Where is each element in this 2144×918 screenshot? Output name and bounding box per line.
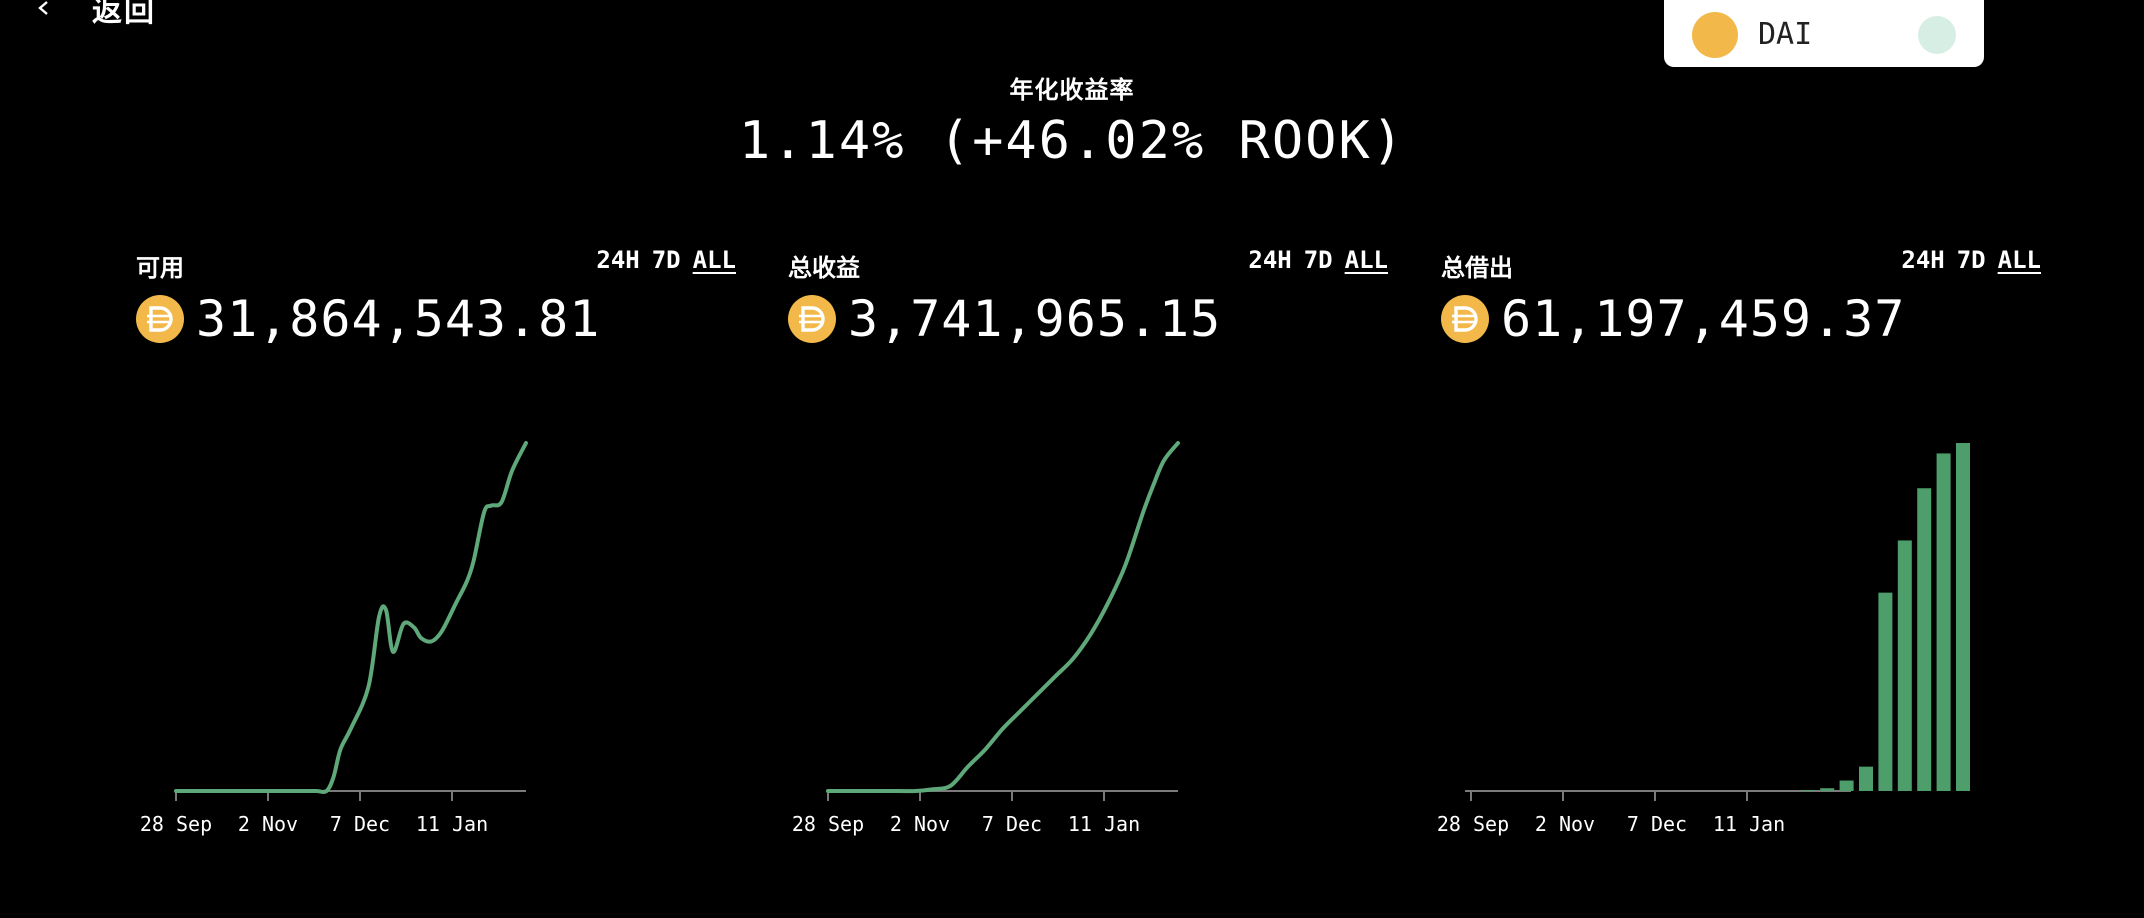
panel-title: 总收益	[788, 254, 860, 282]
x-tick-label: 7 Dec	[982, 812, 1042, 836]
range-tab-24h[interactable]: 24H	[1248, 246, 1291, 274]
value-row: 61,197,459.37	[1441, 290, 2041, 348]
earnings-line-chart: 28 Sep 2 Nov 7 Dec 11 Jan	[792, 441, 1180, 836]
panel-total-earnings: 总收益 24H 7D ALL 3,741,965.15 28 Sep 2 Nov 7…	[788, 240, 1388, 860]
available-line-chart: 28 Sep 2 Nov 7 Dec 11 Jan	[140, 441, 528, 836]
range-tab-24h[interactable]: 24H	[596, 246, 639, 274]
x-tick-label: 7 Dec	[1627, 812, 1687, 836]
borrowed-bar-chart: 28 Sep 2 Nov 7 Dec 11 Jan	[1437, 443, 1970, 836]
apy-section: 年化收益率 1.14% (+46.02% ROOK)	[0, 70, 2144, 171]
range-tab-all[interactable]: ALL	[693, 246, 736, 274]
x-tick-label: 28 Sep	[792, 812, 864, 836]
bar	[1800, 789, 1815, 791]
page: 返回 DAI 年化收益率 1.14% (+46.02% ROOK) 可用 24H…	[0, 0, 2144, 918]
panel-header: 总收益 24H 7D ALL	[788, 240, 1388, 282]
panel-title: 可用	[136, 254, 184, 282]
range-tab-all[interactable]: ALL	[1345, 246, 1388, 274]
back-nav[interactable]: 返回	[36, 0, 156, 40]
range-tabs: 24H 7D ALL	[596, 246, 736, 274]
token-selector-label: DAI	[1758, 17, 1813, 52]
dai-coin-icon	[1441, 295, 1489, 343]
chevron-down-icon	[1918, 15, 1956, 54]
panel-title: 总借出	[1441, 254, 1513, 282]
range-tabs: 24H 7D ALL	[1248, 246, 1388, 274]
back-label: 返回	[92, 0, 156, 29]
dai-coin-icon	[788, 295, 836, 343]
token-selector[interactable]: DAI	[1664, 0, 1984, 67]
series-line	[174, 441, 528, 795]
x-tick-label: 11 Jan	[1713, 812, 1785, 836]
x-tick-label: 2 Nov	[890, 812, 950, 836]
bar	[1839, 780, 1854, 791]
panel-available: 可用 24H 7D ALL 31,864,543.81 28 Sep 2 Nov 7…	[136, 240, 736, 860]
apy-label: 年化收益率	[1009, 76, 1135, 104]
x-tick-label: 2 Nov	[1535, 812, 1595, 836]
x-tick-label: 11 Jan	[416, 812, 488, 836]
bar	[1936, 453, 1951, 791]
bar	[1878, 592, 1893, 791]
panel-value: 61,197,459.37	[1501, 290, 1906, 348]
dai-coin-icon	[136, 295, 184, 343]
x-tick-label: 7 Dec	[330, 812, 390, 836]
panel-value: 3,741,965.15	[848, 290, 1222, 348]
series-line	[826, 441, 1180, 794]
panel-value: 31,864,543.81	[196, 290, 601, 348]
value-row: 3,741,965.15	[788, 290, 1388, 348]
range-tabs: 24H 7D ALL	[1901, 246, 2041, 274]
bar	[1859, 766, 1873, 791]
apy-value: 1.14% (+46.02% ROOK)	[738, 111, 1406, 171]
x-tick-label: 28 Sep	[1437, 812, 1509, 836]
value-row: 31,864,543.81	[136, 290, 736, 348]
panel-total-borrowed: 总借出 24H 7D ALL 61,197,459.37 28 Sep 2 Nov…	[1437, 240, 2041, 860]
x-tick-label: 2 Nov	[238, 812, 298, 836]
bar	[1820, 788, 1835, 791]
bar	[1917, 488, 1932, 791]
back-arrow-icon	[38, 1, 48, 15]
dai-coin-icon	[1692, 11, 1738, 58]
panel-header: 可用 24H 7D ALL	[136, 240, 736, 282]
bar	[1956, 443, 1970, 791]
range-tab-all[interactable]: ALL	[1998, 246, 2041, 274]
range-tab-24h[interactable]: 24H	[1901, 246, 1944, 274]
panel-header: 总借出 24H 7D ALL	[1441, 240, 2041, 282]
range-tab-7d[interactable]: 7D	[1304, 246, 1333, 274]
range-tab-7d[interactable]: 7D	[1957, 246, 1986, 274]
range-tab-7d[interactable]: 7D	[652, 246, 681, 274]
x-tick-label: 11 Jan	[1068, 812, 1140, 836]
x-tick-label: 28 Sep	[140, 812, 212, 836]
bar	[1897, 540, 1912, 791]
